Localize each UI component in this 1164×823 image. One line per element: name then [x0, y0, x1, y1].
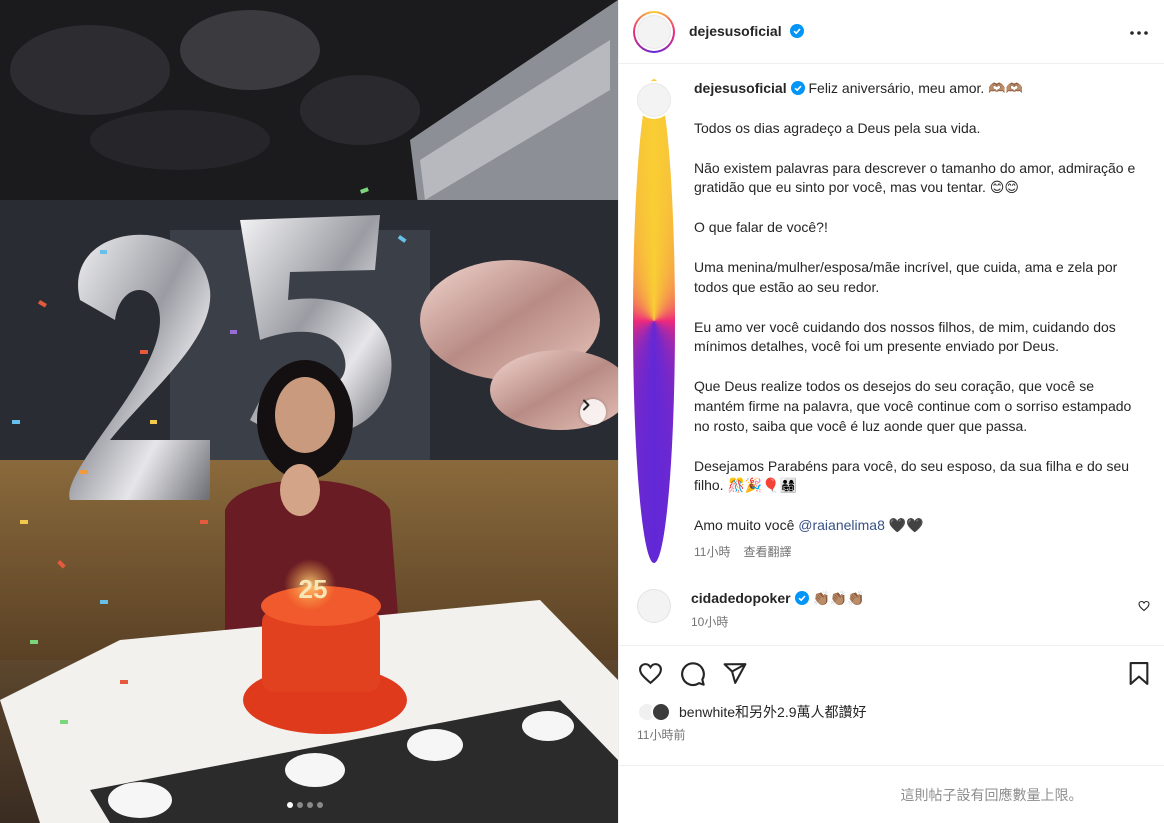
comment-item: cidadedopoker 👏🏽👏🏽👏🏽 10小時	[637, 589, 1150, 632]
comments-scroll-area[interactable]: dejesusoficial Feliz aniversário, meu am…	[619, 65, 1164, 645]
likes-summary[interactable]: benwhite和另外2.9萬人都讚好	[619, 694, 1164, 722]
heart-icon	[639, 663, 662, 685]
carousel-dot	[297, 802, 303, 808]
next-image-button[interactable]	[580, 399, 606, 425]
cake-candle-number: 25	[299, 574, 328, 604]
caption-meta: 11小時 查看翻譯	[694, 543, 1144, 563]
save-button[interactable]	[1128, 661, 1150, 691]
carousel-dot	[317, 802, 323, 808]
caption-last-line-text: Amo muito você	[694, 517, 799, 534]
verified-badge-icon	[794, 591, 809, 605]
comments-limited-notice: 這則帖子設有回應數量上限。	[619, 765, 1164, 823]
caption-paragraph: Não existem palavras para descrever o ta…	[694, 159, 1136, 196]
share-button[interactable]	[722, 661, 748, 691]
comment-button[interactable]	[680, 661, 706, 692]
translate-link[interactable]: 查看翻譯	[743, 543, 791, 563]
post-details-panel: dejesusoficial dejesusoficial Feliz aniv…	[618, 0, 1164, 823]
caption-paragraph: Que Deus realize todos os desejos do seu…	[694, 378, 1132, 434]
like-button[interactable]	[637, 661, 664, 691]
caption-last-line: Amo muito você @raianelima8 🖤🖤	[694, 516, 1144, 536]
liker-avatar	[651, 702, 671, 722]
verified-badge-icon	[790, 81, 805, 95]
like-comment-button[interactable]	[1138, 599, 1150, 617]
more-options-button[interactable]	[1129, 23, 1149, 41]
author-username[interactable]: dejesusoficial	[689, 23, 782, 39]
photo-illustration: 25	[0, 0, 618, 823]
commenter-username[interactable]: cidadedopoker	[691, 590, 791, 606]
bookmark-icon	[1129, 662, 1149, 685]
caption: dejesusoficial Feliz aniversário, meu am…	[619, 65, 1164, 563]
verified-badge-icon	[790, 23, 805, 38]
comment-icon	[681, 661, 705, 686]
caption-paragraph: Eu amo ver você cuidando dos nossos filh…	[694, 318, 1116, 355]
more-horizontal-icon	[1130, 30, 1148, 35]
caption-paragraph: Desejamos Parabéns para você, do seu esp…	[694, 457, 1130, 494]
carousel-dot	[307, 802, 313, 808]
commenter-avatar[interactable]	[637, 589, 671, 623]
caption-paragraph: Todos os dias agradeço a Deus pela sua v…	[694, 119, 981, 136]
caption-last-line-emoji: 🖤🖤	[884, 517, 924, 534]
chevron-right-icon	[583, 399, 590, 411]
post-photo[interactable]: 25	[0, 0, 618, 823]
mention-link[interactable]: @raianelima8	[798, 517, 885, 533]
caption-paragraph: Uma menina/mulher/esposa/mãe incrível, q…	[694, 258, 1118, 295]
caption-body: dejesusoficial Feliz aniversário, meu am…	[694, 79, 1144, 563]
send-icon	[723, 663, 747, 684]
comment-text: 👏🏽👏🏽👏🏽	[812, 590, 865, 606]
heart-icon	[1138, 600, 1150, 612]
post-time: 11小時前	[637, 728, 686, 742]
carousel-dots	[287, 802, 323, 808]
caption-username[interactable]: dejesusoficial	[694, 80, 787, 96]
caption-time: 11小時	[694, 544, 731, 559]
caption-paragraph: O que falar de você?!	[694, 219, 828, 236]
likes-text[interactable]: benwhite和另外2.9萬人都讚好	[679, 702, 867, 722]
post-actions: benwhite和另外2.9萬人都讚好 11小時前	[619, 645, 1164, 765]
comment-time: 10小時	[691, 615, 729, 629]
carousel-dot	[287, 802, 293, 808]
caption-first-line: Feliz aniversário, meu amor. 🫶🏽🫶🏽	[808, 80, 1024, 96]
author-avatar[interactable]	[633, 10, 675, 53]
caption-avatar[interactable]	[633, 79, 675, 563]
post-header: dejesusoficial	[619, 0, 1164, 64]
